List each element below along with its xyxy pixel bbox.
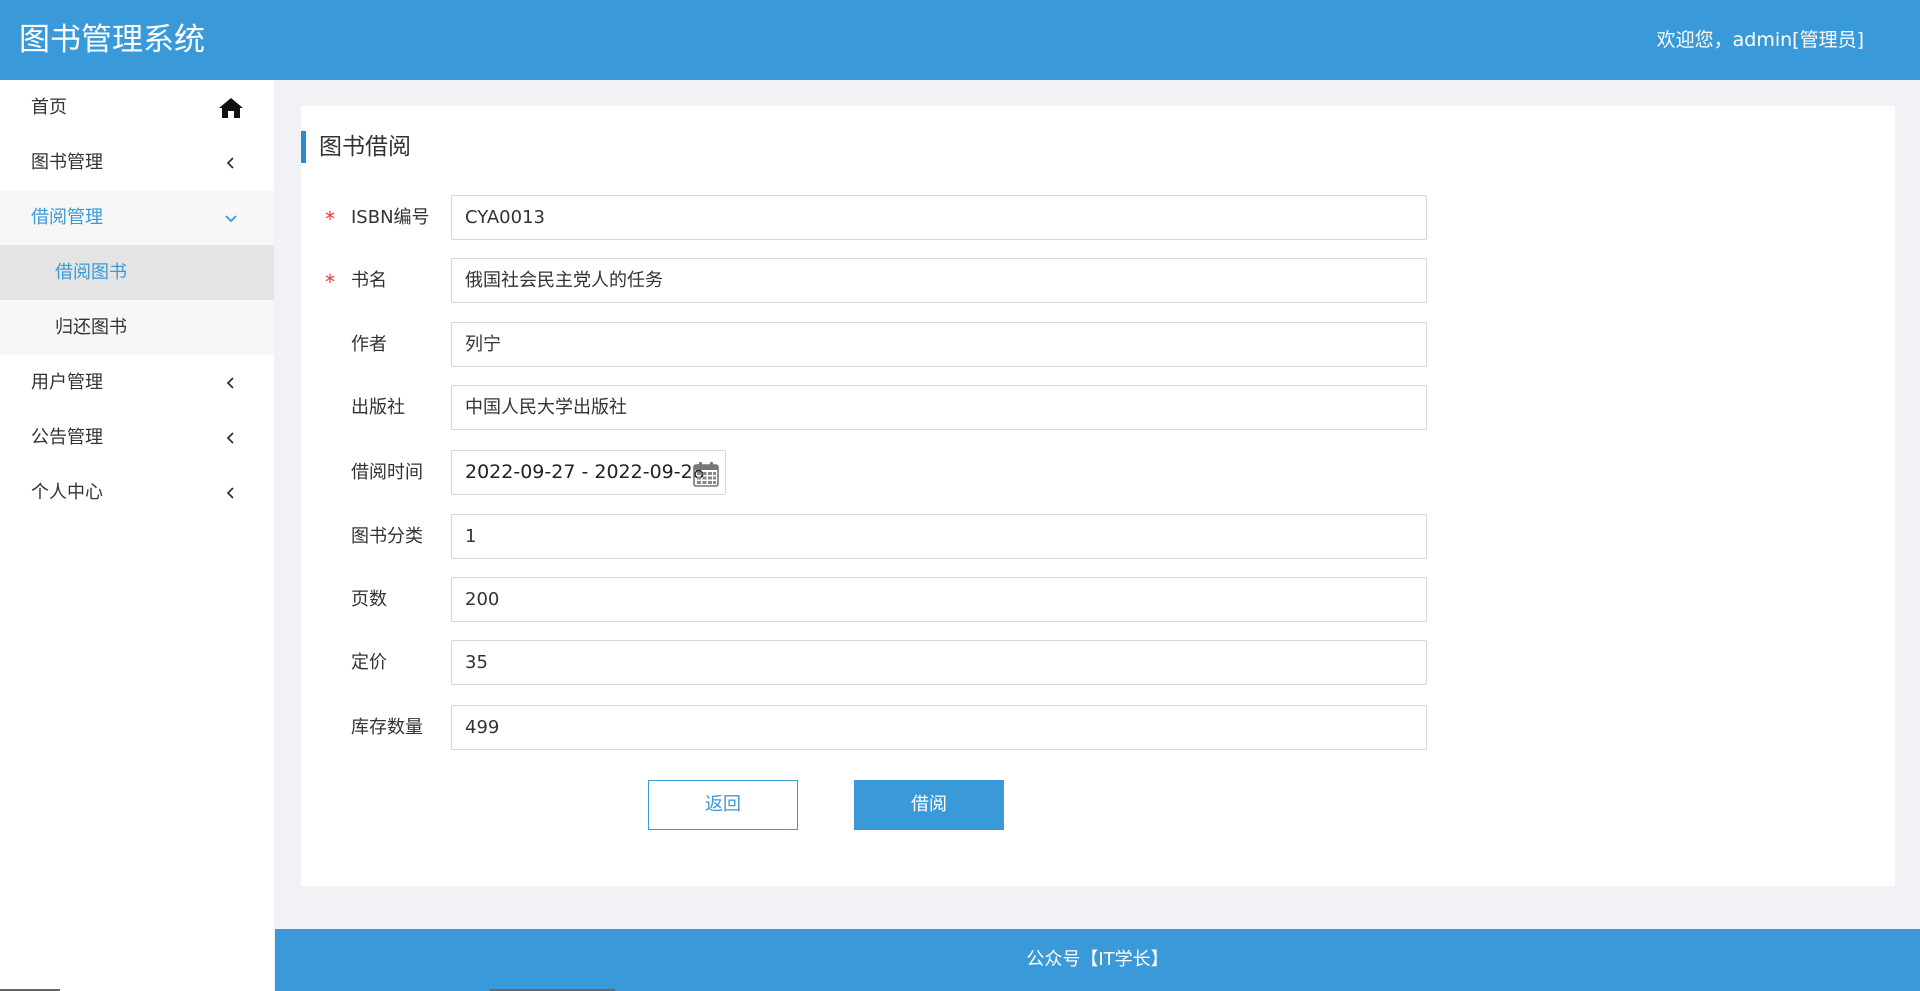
field-label: 页数 [351,589,387,610]
isbn-input[interactable]: CYA0013 [451,195,1427,240]
sidebar-item-users[interactable]: 用户管理 [0,355,274,410]
top-header: 图书管理系统 欢迎您，admin[管理员] [0,0,1920,80]
price-input[interactable]: 35 [451,640,1427,685]
page-title: 图书借阅 [301,131,411,163]
sidebar-item-borrow-management[interactable]: 借阅管理 [0,190,274,245]
form-row-publisher: 出版社 中国人民大学出版社 [301,385,1501,430]
welcome-text[interactable]: 欢迎您，admin[管理员] [1657,28,1864,52]
sidebar-item-home[interactable]: 首页 [0,80,274,135]
field-label: 书名 [351,270,387,291]
sidebar: 首页 图书管理 借阅管理 借阅图书 归还图书 用户管理 公告管理 个人中心 [0,80,274,991]
form-row-isbn: * ISBN编号 CYA0013 [301,195,1501,240]
form-row-borrow-time: 借阅时间 2022-09-27 - 2022-09-28 [301,450,1501,495]
borrow-button[interactable]: 借阅 [854,780,1004,830]
home-icon [218,80,244,135]
sidebar-item-label: 个人中心 [31,482,103,503]
field-label: 库存数量 [351,717,423,738]
chevron-down-icon [224,190,238,245]
borrow-form-card: 图书借阅 * ISBN编号 CYA0013 * 书名 俄国社会民主党人的任务 作… [301,106,1895,886]
sidebar-item-label: 用户管理 [31,372,103,393]
pages-input[interactable]: 200 [451,577,1427,622]
chevron-left-icon [224,465,238,520]
form-row-author: 作者 列宁 [301,322,1501,367]
form-row-category: 图书分类 1 [301,514,1501,559]
sidebar-item-label: 首页 [31,97,67,118]
app-title: 图书管理系统 [19,22,205,58]
form-row-stock: 库存数量 499 [301,705,1501,750]
stock-input[interactable]: 499 [451,705,1427,750]
form-row-price: 定价 35 [301,640,1501,685]
calendar-icon[interactable] [693,460,719,503]
category-input[interactable]: 1 [451,514,1427,559]
form-row-title: * 书名 俄国社会民主党人的任务 [301,258,1501,303]
author-input[interactable]: 列宁 [451,322,1427,367]
field-label: ISBN编号 [351,207,430,228]
required-mark: * [325,270,335,294]
back-button[interactable]: 返回 [648,780,798,830]
chevron-left-icon [224,355,238,410]
sidebar-item-notices[interactable]: 公告管理 [0,410,274,465]
field-label: 出版社 [351,397,405,418]
sidebar-item-label: 公告管理 [31,427,103,448]
field-label: 作者 [351,334,387,355]
form-row-pages: 页数 200 [301,577,1501,622]
sidebar-item-label: 图书管理 [31,152,103,173]
publisher-input[interactable]: 中国人民大学出版社 [451,385,1427,430]
sidebar-item-books[interactable]: 图书管理 [0,135,274,190]
required-mark: * [325,207,335,231]
chevron-left-icon [224,135,238,190]
book-title-input[interactable]: 俄国社会民主党人的任务 [451,258,1427,303]
footer: 公众号【IT学长】 [275,929,1920,991]
sidebar-item-label: 借阅管理 [31,207,103,228]
sidebar-subitem-return-book[interactable]: 归还图书 [0,300,274,355]
borrow-date-range-input[interactable]: 2022-09-27 - 2022-09-28 [451,450,726,495]
sidebar-item-profile[interactable]: 个人中心 [0,465,274,520]
chevron-left-icon [224,410,238,465]
field-label: 图书分类 [351,526,423,547]
sidebar-subitem-borrow-book[interactable]: 借阅图书 [0,245,274,300]
date-range-value: 2022-09-27 - 2022-09-28 [465,461,705,483]
field-label: 定价 [351,652,387,673]
field-label: 借阅时间 [351,462,423,483]
